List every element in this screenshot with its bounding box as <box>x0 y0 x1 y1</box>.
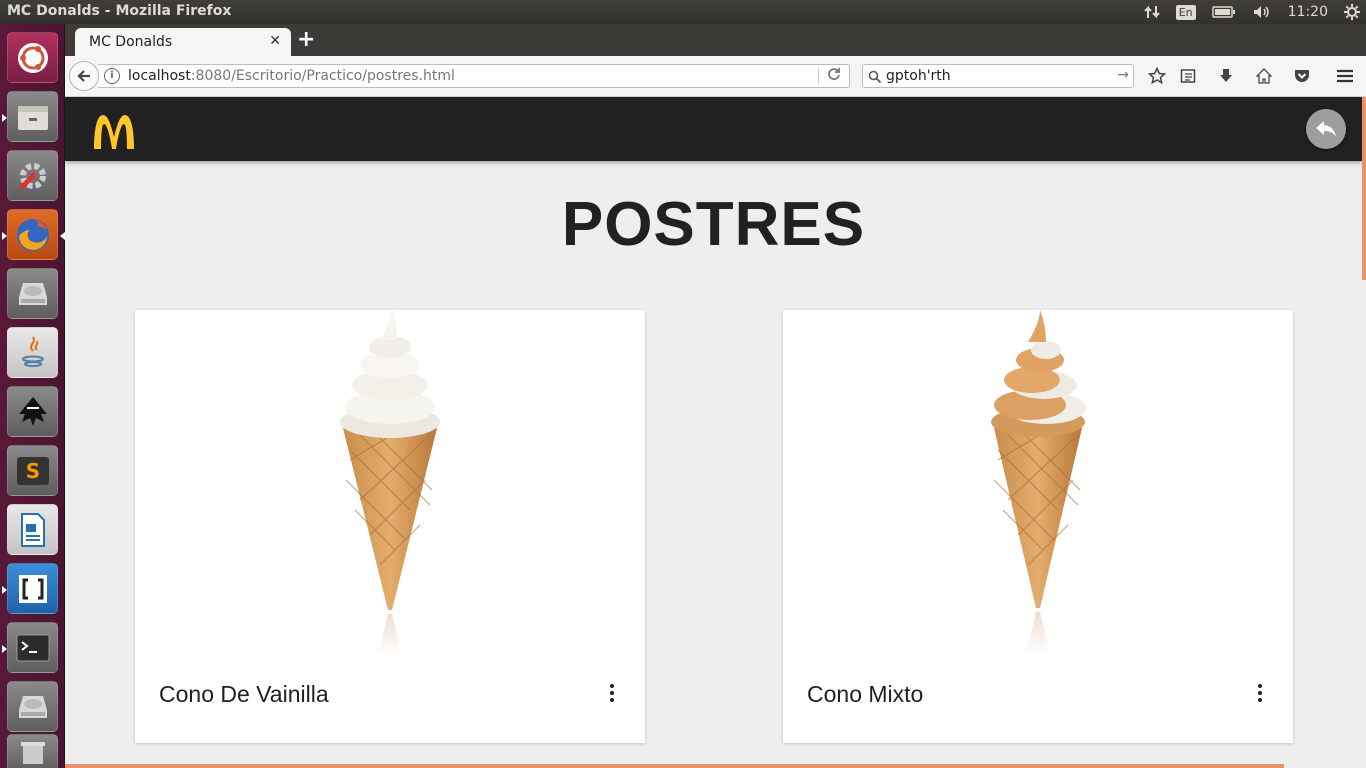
site-info-icon[interactable]: i <box>104 68 120 84</box>
back-fab-button[interactable] <box>1306 109 1346 149</box>
horizontal-scrollbar[interactable] <box>65 764 1284 768</box>
menu-hamburger-icon[interactable] <box>1335 66 1355 86</box>
url-bar[interactable]: i localhost:8080/Escritorio/Practico/pos… <box>98 64 850 88</box>
url-text[interactable]: localhost:8080/Escritorio/Practico/postr… <box>128 68 455 84</box>
tab-title: MC Donalds <box>89 34 173 50</box>
scrollbar-thumb[interactable] <box>1362 97 1366 280</box>
tab-bar: MC Donalds ✕ + <box>65 24 1366 56</box>
mixed-cone-image <box>783 310 1293 655</box>
reading-list-icon[interactable] <box>1178 66 1198 86</box>
reply-arrow-icon <box>1316 121 1336 137</box>
vanilla-cone-image <box>135 310 645 655</box>
downloads-icon[interactable] <box>1216 66 1236 86</box>
tab-mc-donalds[interactable]: MC Donalds ✕ <box>75 28 291 56</box>
keyboard-layout-indicator[interactable]: En <box>1175 4 1196 20</box>
volume-icon[interactable] <box>1252 4 1272 20</box>
close-tab-icon[interactable]: ✕ <box>269 33 281 49</box>
search-input[interactable]: gptoh'rth <box>886 68 951 84</box>
search-bar[interactable]: gptoh'rth → <box>862 64 1134 88</box>
firefox-icon[interactable] <box>2 209 65 260</box>
terminal-icon[interactable] <box>2 622 58 673</box>
more-options-icon[interactable] <box>1257 684 1263 704</box>
brackets-icon[interactable] <box>2 563 58 614</box>
writer-icon[interactable] <box>7 504 58 555</box>
search-icon <box>868 69 882 88</box>
reload-icon[interactable] <box>827 67 841 85</box>
disk-icon[interactable] <box>7 681 58 732</box>
product-card[interactable]: Cono Mixto <box>783 310 1293 743</box>
page-content: POSTRES Cono De Vainilla Cono Mixto <box>65 97 1366 768</box>
vertical-scrollbar[interactable] <box>1362 97 1366 768</box>
more-options-icon[interactable] <box>609 684 615 704</box>
trash-icon[interactable] <box>7 734 58 768</box>
card-title: Cono De Vainilla <box>159 681 329 707</box>
window-title: MC Donalds - Mozilla Firefox <box>7 3 232 19</box>
url-path: :8080/Escritorio/Practico/postres.html <box>190 68 455 84</box>
svg-text:S: S <box>25 459 39 483</box>
new-tab-button[interactable]: + <box>297 27 315 52</box>
app-bar <box>65 97 1362 161</box>
system-settings-icon[interactable] <box>7 150 58 201</box>
settings-gear-icon[interactable] <box>1344 4 1360 20</box>
firefox-window: MC Donalds ✕ + i localhost:8080/Escritor… <box>65 24 1366 768</box>
system-tray: En 11:20 <box>1144 0 1360 24</box>
disk-icon[interactable] <box>7 268 58 319</box>
ubuntu-dash-icon[interactable] <box>7 32 58 83</box>
sublime-text-icon[interactable]: S <box>7 445 58 496</box>
url-host: localhost <box>128 68 191 84</box>
pocket-icon[interactable] <box>1292 66 1312 86</box>
network-icon[interactable] <box>1144 4 1160 20</box>
url-bar-divider <box>818 68 819 84</box>
files-icon[interactable] <box>2 91 58 142</box>
java-icon[interactable] <box>7 327 58 378</box>
clock[interactable]: 11:20 <box>1288 4 1328 20</box>
system-top-panel: MC Donalds - Mozilla Firefox En 11:20 <box>0 0 1366 24</box>
battery-icon[interactable] <box>1211 5 1236 19</box>
card-title: Cono Mixto <box>807 681 924 707</box>
product-card[interactable]: Cono De Vainilla <box>135 310 645 743</box>
home-icon[interactable] <box>1254 66 1274 86</box>
unity-launcher: S <box>0 24 65 768</box>
back-button[interactable] <box>69 61 99 91</box>
page-title: POSTRES <box>561 190 866 259</box>
navigation-toolbar: i localhost:8080/Escritorio/Practico/pos… <box>65 56 1366 97</box>
mcdonalds-logo[interactable] <box>91 113 137 153</box>
back-arrow-icon <box>77 70 90 82</box>
search-go-icon[interactable]: → <box>1117 67 1129 83</box>
bookmark-star-icon[interactable] <box>1147 66 1167 86</box>
inkscape-icon[interactable] <box>7 386 58 437</box>
